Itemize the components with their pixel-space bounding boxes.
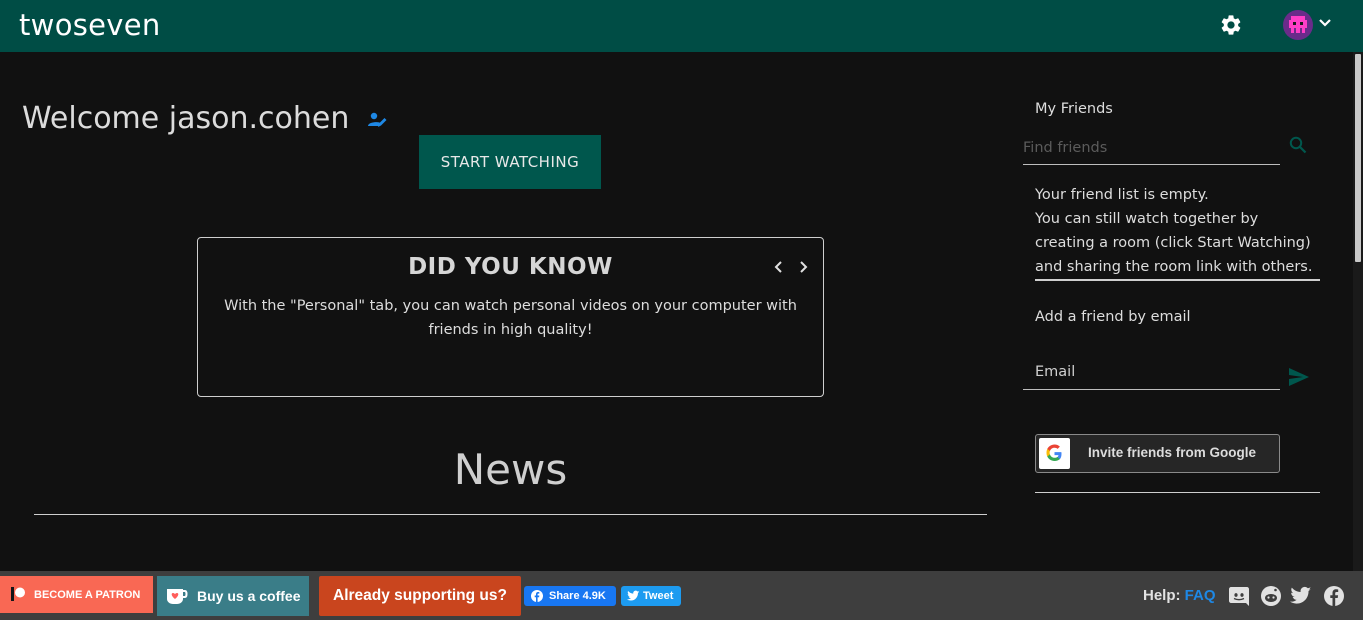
google-logo-icon — [1039, 438, 1070, 469]
scrollbar-thumb[interactable] — [1355, 54, 1361, 262]
chevron-left-icon[interactable] — [772, 260, 786, 274]
facebook-icon — [531, 590, 543, 602]
invite-google-label: Invite friends from Google — [1088, 445, 1257, 460]
tweet-button[interactable]: Tweet — [621, 586, 681, 606]
page-scrollbar[interactable] — [1353, 52, 1363, 572]
already-supporting-button[interactable]: Already supporting us? — [319, 576, 521, 616]
news-heading: News — [453, 445, 568, 494]
alien-avatar-icon[interactable] — [1283, 10, 1313, 40]
empty-friends-line: Your friend list is empty. — [1035, 187, 1209, 203]
twitter-icon — [627, 590, 640, 601]
facebook-link-icon[interactable] — [1323, 585, 1345, 607]
did-you-know-title: DID YOU KNOW — [408, 254, 613, 280]
chevron-down-icon[interactable] — [1318, 16, 1332, 30]
welcome-heading: Welcome jason.cohen — [22, 101, 387, 136]
buy-coffee-button[interactable]: Buy us a coffee — [157, 576, 309, 616]
twitter-link-icon[interactable] — [1290, 585, 1312, 607]
top-navbar: twoseven — [0, 0, 1363, 52]
edit-profile-icon[interactable] — [367, 110, 387, 130]
facebook-share-label: Share 4.9K — [549, 590, 606, 602]
patreon-icon — [11, 587, 25, 601]
start-watching-button[interactable]: START WATCHING — [419, 135, 601, 189]
invite-google-button[interactable]: Invite friends from Google — [1035, 434, 1280, 473]
ko-fi-cup-icon — [167, 589, 188, 604]
coffee-label: Buy us a coffee — [197, 588, 301, 604]
did-you-know-card: DID YOU KNOW With the "Personal" tab, yo… — [197, 237, 824, 397]
chevron-right-icon[interactable] — [796, 260, 810, 274]
empty-friends-hint: You can still watch together by creating… — [1035, 211, 1313, 275]
help-label: Help: — [1143, 587, 1181, 604]
find-friends-input[interactable] — [1023, 131, 1280, 165]
send-icon[interactable] — [1288, 367, 1310, 387]
facebook-share-button[interactable]: Share 4.9K — [524, 586, 616, 606]
faq-link[interactable]: FAQ — [1185, 587, 1216, 604]
empty-friends-message: Your friend list is empty. You can still… — [1035, 183, 1320, 279]
patron-label: BECOME A PATRON — [34, 588, 141, 601]
friends-divider — [1035, 279, 1320, 281]
gear-icon[interactable] — [1219, 13, 1243, 37]
news-divider — [34, 514, 987, 515]
add-friend-title: Add a friend by email — [1035, 309, 1191, 325]
sidebar-divider — [1035, 492, 1320, 493]
welcome-text: Welcome jason.cohen — [22, 101, 350, 136]
discord-icon[interactable] — [1228, 585, 1250, 607]
reddit-icon[interactable] — [1260, 585, 1282, 607]
help-links: Help: FAQ — [1143, 587, 1216, 604]
search-icon[interactable] — [1289, 136, 1307, 154]
my-friends-title: My Friends — [1035, 101, 1113, 117]
brand-logo[interactable]: twoseven — [19, 8, 161, 42]
tweet-label: Tweet — [643, 590, 674, 602]
become-patron-button[interactable]: BECOME A PATRON — [0, 576, 153, 613]
email-field[interactable] — [1023, 354, 1280, 390]
did-you-know-text: With the "Personal" tab, you can watch p… — [224, 298, 797, 338]
